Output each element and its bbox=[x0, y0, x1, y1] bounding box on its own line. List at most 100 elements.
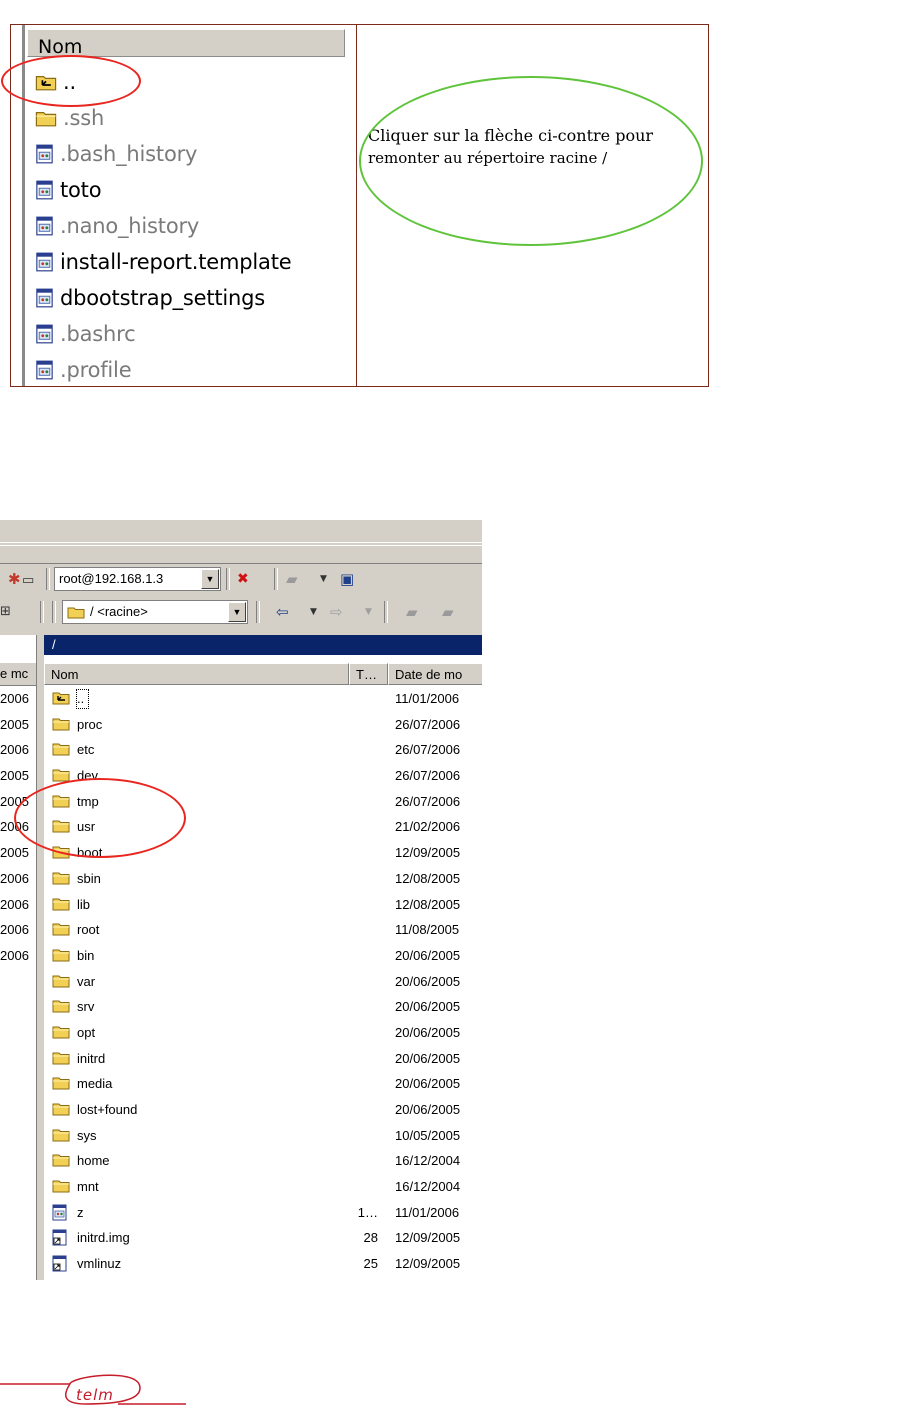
row-date: 12/08/2005 bbox=[395, 870, 461, 886]
local-column-header-date[interactable]: e mc bbox=[0, 663, 36, 686]
table-row[interactable]: media 20/06/2005 bbox=[44, 1072, 482, 1098]
file-row[interactable]: .ssh bbox=[35, 101, 104, 135]
file-row[interactable]: .nano_history bbox=[35, 209, 199, 243]
link-file-icon bbox=[52, 1255, 67, 1272]
toolbar-separator bbox=[256, 601, 260, 623]
file-row[interactable]: toto bbox=[35, 173, 102, 207]
local-file-pane: e mc 2006 2005 2006 2005 2005 2006 2005 2006 200… bbox=[0, 635, 37, 1280]
table-row[interactable]: sbin 12/08/2005 bbox=[44, 867, 482, 893]
row-name: etc bbox=[77, 742, 95, 758]
chevron-down-icon[interactable]: ▼ bbox=[201, 569, 219, 589]
bottom-screenshot-panel: ✱ ▭ root@192.168.1.3 ▼ ✖ ▰ ▼ ▣ ⊞ / <raci… bbox=[0, 520, 482, 1280]
table-row[interactable]: dev 26/07/2006 bbox=[44, 764, 482, 790]
pane-splitter[interactable] bbox=[37, 635, 44, 1280]
column-header-size[interactable]: T… bbox=[349, 663, 388, 685]
forward-arrow-icon[interactable]: ⇨ bbox=[330, 600, 343, 624]
row-date: 12/09/2005 bbox=[395, 845, 461, 861]
remote-file-pane: / Nom T… Date de mo .. 11/01/2006 proc 26/0… bbox=[44, 635, 482, 1280]
table-row[interactable]: home 16/12/2004 bbox=[44, 1149, 482, 1175]
toolbar-separator bbox=[46, 568, 50, 590]
link-file-icon bbox=[52, 1229, 67, 1246]
file-row[interactable]: .. bbox=[35, 65, 76, 99]
folder-icon bbox=[52, 767, 70, 782]
column-header-name[interactable]: Nom bbox=[27, 29, 345, 57]
table-row[interactable]: proc 26/07/2006 bbox=[44, 713, 482, 739]
folder-icon bbox=[52, 921, 70, 936]
local-date-cell: 2006 bbox=[0, 691, 29, 706]
table-row[interactable]: lib 12/08/2005 bbox=[44, 893, 482, 919]
parent-folder-button-icon[interactable]: ▰ bbox=[406, 600, 418, 624]
table-row[interactable]: bin 20/06/2005 bbox=[44, 944, 482, 970]
table-row[interactable]: root 11/08/2005 bbox=[44, 918, 482, 944]
row-name: initrd.img bbox=[77, 1230, 130, 1246]
file-name: .ssh bbox=[63, 106, 105, 130]
row-date: 16/12/2004 bbox=[395, 1153, 461, 1169]
row-date: 11/08/2005 bbox=[395, 922, 460, 938]
table-row[interactable]: boot 12/09/2005 bbox=[44, 841, 482, 867]
file-list-pane: Nom .. .ssh .bash_historytoto .nano_history… bbox=[11, 25, 357, 386]
row-size: 1… bbox=[357, 1204, 378, 1220]
table-row[interactable]: srv 20/06/2005 bbox=[44, 995, 482, 1021]
local-date-cell: 2006 bbox=[0, 896, 29, 912]
row-name: mnt bbox=[77, 1179, 99, 1195]
back-arrow-icon[interactable]: ⇦ bbox=[276, 600, 289, 624]
row-date: 11/01/2006 bbox=[395, 691, 460, 706]
table-row[interactable]: initrd 20/06/2005 bbox=[44, 1047, 482, 1073]
row-date: 20/06/2005 bbox=[395, 947, 461, 963]
file-row[interactable]: .bash_history bbox=[35, 137, 197, 171]
row-date: 12/09/2005 bbox=[395, 1230, 461, 1246]
file-icon bbox=[35, 216, 54, 236]
chevron-down-icon[interactable]: ▼ bbox=[320, 567, 327, 591]
file-name: toto bbox=[60, 178, 102, 202]
directory-combo[interactable]: / <racine> ▼ bbox=[62, 600, 248, 624]
new-session-icon[interactable]: ✱ bbox=[8, 567, 21, 591]
column-header-date[interactable]: Date de mo bbox=[388, 663, 482, 685]
row-name: srv bbox=[77, 999, 95, 1015]
table-row[interactable]: opt 20/06/2005 bbox=[44, 1021, 482, 1047]
folder-icon bbox=[52, 1101, 70, 1116]
local-date-list: 2006 2005 2006 2005 2005 2006 2005 2006 2006 2006… bbox=[0, 688, 29, 971]
file-icon bbox=[35, 144, 54, 164]
folder-icon bbox=[52, 1024, 70, 1039]
file-row[interactable]: dbootstrap_settings bbox=[35, 281, 265, 315]
logo-text: telm bbox=[76, 1386, 114, 1404]
table-row[interactable]: lost+found 20/06/2005 bbox=[44, 1098, 482, 1124]
table-row[interactable]: etc 26/07/2006 bbox=[44, 738, 482, 764]
row-size: 25 bbox=[363, 1256, 378, 1272]
row-date: 26/07/2006 bbox=[395, 742, 461, 758]
file-row[interactable]: .profile bbox=[35, 353, 132, 387]
file-row[interactable]: .bashrc bbox=[35, 317, 136, 351]
session-combo[interactable]: root@192.168.1.3 ▼ bbox=[54, 567, 221, 591]
file-name: .bash_history bbox=[60, 142, 198, 166]
folder-icon bbox=[35, 109, 57, 127]
folder-icon bbox=[52, 896, 70, 911]
top-screenshot-panel: Nom .. .ssh .bash_historytoto .nano_history… bbox=[10, 24, 709, 387]
table-row[interactable]: mnt 16/12/2004 bbox=[44, 1175, 482, 1201]
table-row[interactable]: z 1… 11/01/2006 bbox=[44, 1201, 482, 1227]
table-row[interactable]: usr 21/02/2006 bbox=[44, 815, 482, 841]
row-name: sys bbox=[77, 1127, 97, 1143]
tree-view-icon[interactable]: ⊞ bbox=[0, 600, 11, 624]
toolbar-separator bbox=[40, 601, 44, 623]
folder-icon bbox=[52, 998, 70, 1013]
file-name: .bashrc bbox=[60, 322, 136, 346]
file-name: .profile bbox=[60, 358, 132, 382]
table-row[interactable]: sys 10/05/2005 bbox=[44, 1124, 482, 1150]
row-name: initrd bbox=[77, 1050, 106, 1066]
chevron-down-icon[interactable]: ▼ bbox=[228, 602, 246, 622]
chevron-down-icon[interactable]: ▼ bbox=[365, 600, 372, 624]
table-row[interactable]: .. 11/01/2006 bbox=[44, 687, 482, 713]
root-folder-button-icon[interactable]: ▰ bbox=[442, 600, 454, 624]
chevron-down-icon[interactable]: ▼ bbox=[310, 600, 317, 624]
transfer-icon[interactable]: ▰ bbox=[286, 567, 298, 591]
column-header-name[interactable]: Nom bbox=[44, 663, 349, 685]
row-name: vmlinuz bbox=[77, 1256, 122, 1272]
close-session-icon[interactable]: ✖ bbox=[237, 567, 249, 591]
table-row[interactable]: var 20/06/2005 bbox=[44, 970, 482, 996]
file-row[interactable]: install-report.template bbox=[35, 245, 292, 279]
row-name: home bbox=[77, 1153, 110, 1169]
table-row[interactable]: initrd.img 28 12/09/2005 bbox=[44, 1226, 482, 1252]
table-row[interactable]: tmp 26/07/2006 bbox=[44, 790, 482, 816]
table-row[interactable]: vmlinuz 25 12/09/2005 bbox=[44, 1252, 482, 1278]
save-icon[interactable]: ▣ bbox=[340, 567, 354, 591]
